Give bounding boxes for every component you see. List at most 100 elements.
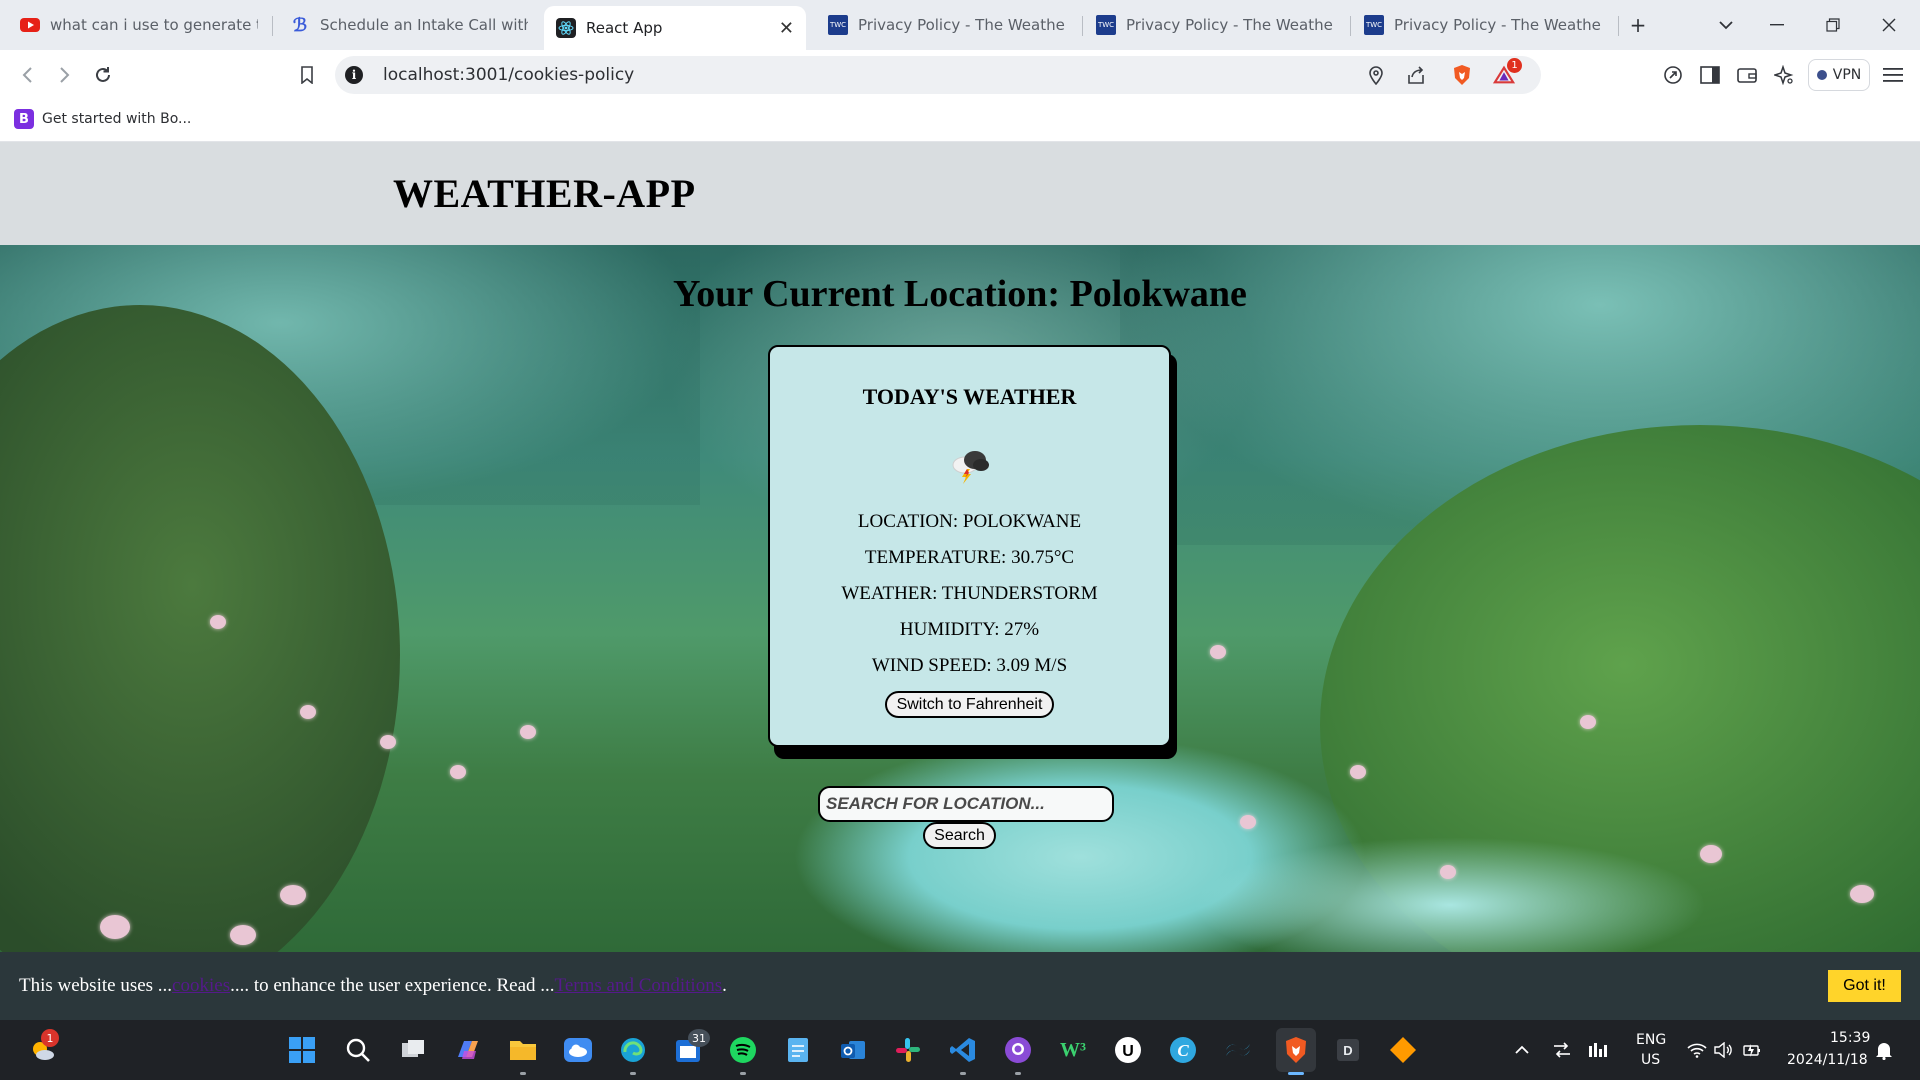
tab-separator — [1618, 16, 1619, 36]
outlook-icon[interactable] — [838, 1035, 868, 1065]
svg-text:D: D — [1343, 1043, 1352, 1058]
sublime-diamond-icon[interactable] — [1388, 1035, 1418, 1065]
flower — [1700, 845, 1722, 863]
battery-charging-icon[interactable] — [1740, 1038, 1764, 1062]
site-info-icon[interactable]: i — [345, 66, 363, 84]
tab-separator — [1082, 16, 1083, 36]
tab-privacy-policy-3[interactable]: TWC Privacy Policy - The Weather Ch — [1352, 6, 1614, 44]
clock-date[interactable]: 2024/11/18 — [1787, 1052, 1868, 1068]
spotify-icon[interactable] — [728, 1035, 758, 1065]
running-indicator — [520, 1072, 526, 1075]
flower — [100, 915, 130, 939]
windows-taskbar: 1 31 W³ U C D ENG US 15:39 2024/11/18 — [0, 1020, 1920, 1080]
hamburger-menu-icon[interactable] — [1880, 62, 1906, 88]
canva-icon[interactable]: C — [1168, 1035, 1198, 1065]
copilot-icon[interactable] — [453, 1035, 483, 1065]
back-arrow-icon[interactable] — [12, 60, 42, 90]
weather-widget-badge: 1 — [41, 1029, 59, 1047]
active-app-indicator — [1288, 1072, 1304, 1075]
vpn-button[interactable]: VPN — [1808, 59, 1870, 91]
tab-label: Privacy Policy - The Weather Ch — [1394, 16, 1602, 34]
tab-label: what can i use to generate term — [50, 16, 258, 34]
bookmark-get-started[interactable]: B Get started with Bo... — [14, 109, 191, 129]
calendar-badge: 31 — [688, 1029, 710, 1047]
location-line: LOCATION: POLOKWANE — [857, 511, 1082, 532]
tab-separator — [272, 16, 273, 36]
accept-cookies-button[interactable]: Got it! — [1828, 970, 1901, 1002]
language-region[interactable]: US — [1641, 1052, 1660, 1068]
new-tab-button[interactable]: + — [1623, 10, 1653, 40]
address-bar[interactable]: i localhost:3001/cookies-policy 1 — [335, 56, 1541, 94]
weather-channel-icon: TWC — [1364, 15, 1384, 35]
windows-start-icon[interactable] — [287, 1035, 317, 1065]
tab-label: React App — [586, 19, 663, 37]
leo-sparkle-icon[interactable] — [1771, 62, 1797, 88]
humidity-line: HUMIDITY: 27% — [899, 619, 1040, 640]
bookmark-icon[interactable] — [292, 60, 322, 90]
weather-line: WEATHER: THUNDERSTORM — [841, 583, 1098, 604]
app-header: WEATHER-APP — [0, 142, 1920, 245]
search-button[interactable]: Search — [923, 822, 996, 849]
edge-icon[interactable] — [618, 1035, 648, 1065]
svg-text:U: U — [1122, 1043, 1134, 1060]
volume-icon[interactable] — [1712, 1038, 1736, 1062]
minimize-window-icon[interactable] — [1762, 10, 1792, 40]
w3schools-icon[interactable]: W³ — [1058, 1035, 1088, 1065]
bookmarks-bar: B Get started with Bo... — [0, 100, 1920, 142]
tailwind-icon[interactable] — [1223, 1035, 1253, 1065]
tab-react-app[interactable]: React App ✕ — [544, 6, 806, 50]
react-icon — [556, 18, 576, 38]
cookie-text-part: . — [722, 975, 727, 996]
bookmark-label: Get started with Bo... — [42, 111, 192, 127]
close-window-icon[interactable] — [1874, 10, 1904, 40]
forward-arrow-icon[interactable] — [50, 60, 80, 90]
leo-ai-icon[interactable] — [1660, 62, 1686, 88]
location-search-input[interactable] — [818, 786, 1114, 822]
ubuntu-icon[interactable]: U — [1113, 1035, 1143, 1065]
tab-search-chevron-icon[interactable] — [1711, 10, 1741, 40]
restore-window-icon[interactable] — [1818, 10, 1848, 40]
notifications-bell-icon[interactable] — [1872, 1038, 1896, 1062]
flower — [450, 765, 466, 779]
location-pin-icon[interactable] — [1365, 64, 1387, 86]
tab-privacy-policy-1[interactable]: TWC Privacy Policy - The Weather Ch — [816, 6, 1078, 44]
browser-tab-strip: what can i use to generate term ℬ Schedu… — [0, 0, 1920, 50]
app-title: WEATHER-APP — [393, 171, 696, 216]
thunderstorm-cloud-icon — [945, 445, 995, 485]
close-tab-icon[interactable]: ✕ — [771, 18, 794, 39]
brave-shields-icon[interactable] — [1451, 64, 1473, 86]
search-icon[interactable] — [343, 1035, 373, 1065]
vscode-icon[interactable] — [948, 1035, 978, 1065]
wallet-icon[interactable] — [1734, 62, 1760, 88]
flower — [380, 735, 396, 749]
github-desktop-icon[interactable] — [1003, 1035, 1033, 1065]
notepad-icon[interactable] — [783, 1035, 813, 1065]
reload-icon[interactable] — [88, 60, 118, 90]
flower — [1580, 715, 1596, 729]
tab-youtube[interactable]: what can i use to generate term — [8, 6, 270, 44]
terms-and-conditions-link[interactable]: Terms and Conditions — [555, 975, 723, 996]
slack-icon[interactable] — [893, 1035, 923, 1065]
tab-intake-call[interactable]: ℬ Schedule an Intake Call with Br — [278, 6, 540, 44]
switch-to-fahrenheit-button[interactable]: Switch to Fahrenheit — [885, 691, 1054, 718]
cookies-link[interactable]: cookies — [172, 975, 230, 996]
tab-privacy-policy-2[interactable]: TWC Privacy Policy - The Weather Ch — [1084, 6, 1346, 44]
show-hidden-icons-chevron-icon[interactable] — [1510, 1038, 1534, 1062]
task-view-icon[interactable] — [398, 1035, 428, 1065]
language-code[interactable]: ENG — [1636, 1032, 1666, 1048]
icloud-icon[interactable] — [563, 1035, 593, 1065]
clock-time[interactable]: 15:39 — [1830, 1030, 1870, 1046]
vpn-label: VPN — [1832, 67, 1862, 83]
flower — [1210, 645, 1226, 659]
wifi-icon[interactable] — [1685, 1038, 1709, 1062]
file-explorer-icon[interactable] — [508, 1035, 538, 1065]
sidebar-toggle-icon[interactable] — [1697, 62, 1723, 88]
running-indicator — [1015, 1072, 1021, 1075]
running-indicator — [960, 1072, 966, 1075]
network-switch-icon[interactable] — [1550, 1038, 1574, 1062]
d-app-icon[interactable]: D — [1333, 1035, 1363, 1065]
share-icon[interactable] — [1405, 64, 1427, 86]
tab-separator — [1350, 16, 1351, 36]
usage-meter-icon[interactable] — [1586, 1038, 1610, 1062]
brave-browser-icon[interactable] — [1276, 1028, 1316, 1072]
